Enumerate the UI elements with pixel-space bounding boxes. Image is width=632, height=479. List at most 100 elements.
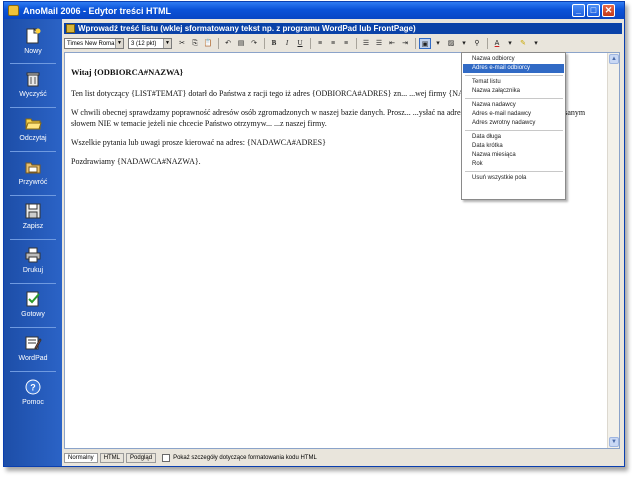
menu-item-adres-email-nadawcy[interactable]: Adres e-mail nadawcy (463, 110, 564, 119)
sidebar-divider (10, 283, 56, 284)
printer-icon (25, 247, 41, 263)
sidebar-item-wordpad[interactable]: WordPad (4, 334, 62, 362)
scroll-down-icon[interactable]: ▼ (609, 437, 619, 447)
wordpad-icon (25, 336, 42, 350)
toolbar-divider (264, 38, 265, 49)
menu-divider (465, 75, 563, 76)
chevron-down-icon[interactable]: ▼ (115, 39, 123, 48)
toolbar-divider (356, 38, 357, 49)
header-text: Wprowadź treść listu (wklej sformatowany… (78, 24, 416, 33)
menu-item-nazwa-miesiaca[interactable]: Nazwa miesiąca (463, 151, 564, 160)
align-center-icon[interactable]: ≡ (327, 38, 339, 49)
sidebar-item-gotowy[interactable]: Gotowy (4, 290, 62, 318)
format-toolbar: Times New Roma ▼ 3 (12 pkt) ▼ ✂ ⎘ 📋 ↶ ▤ ↷ … (64, 37, 622, 50)
minimize-button[interactable]: _ (572, 4, 585, 17)
check-document-icon (26, 291, 40, 307)
sidebar-item-nowy[interactable]: Nowy (4, 27, 62, 55)
numbered-list-icon[interactable]: ☰ (360, 38, 372, 49)
size-select[interactable]: 3 (12 pkt) ▼ (128, 38, 172, 49)
app-icon (8, 5, 19, 16)
menu-item-data-dluga[interactable]: Data długa (463, 133, 564, 142)
insert-image-icon[interactable]: ▨ (445, 38, 457, 49)
checkbox-label: Pokaż szczegóły dotyczące formatowania k… (173, 454, 317, 461)
menu-divider (465, 130, 563, 131)
chevron-down-icon[interactable]: ▼ (163, 39, 171, 48)
menu-item-adres-zwrotny-nadawcy[interactable]: Adres zwrotny nadawcy (463, 119, 564, 128)
title-bar[interactable]: AnoMail 2006 - Edytor treści HTML _ □ ✕ (4, 2, 624, 19)
instruction-header: Wprowadź treść listu (wklej sformatowany… (64, 23, 622, 34)
menu-item-adres-email-odbiorcy[interactable]: Adres e-mail odbiorcy (463, 64, 564, 73)
sidebar-item-label: Pomoc (22, 399, 44, 406)
svg-text:?: ? (30, 383, 36, 393)
sidebar-item-drukuj[interactable]: Drukuj (4, 246, 62, 274)
chevron-down-icon[interactable]: ▾ (504, 38, 516, 49)
open-folder-icon (25, 118, 42, 130)
italic-button[interactable]: I (281, 38, 293, 49)
sidebar-item-wyczysc[interactable]: Wyczyść (4, 70, 62, 98)
document-icon[interactable]: ▤ (235, 38, 247, 49)
sidebar-divider (10, 107, 56, 108)
sidebar-divider (10, 63, 56, 64)
sidebar: Nowy Wyczyść Odczytaj Przywróć Zapisz Dr… (4, 19, 62, 466)
redo-icon[interactable]: ↷ (248, 38, 260, 49)
toolbar-divider (310, 38, 311, 49)
maximize-button[interactable]: □ (587, 4, 600, 17)
menu-item-rok[interactable]: Rok (463, 160, 564, 169)
underline-button[interactable]: U (294, 38, 306, 49)
chevron-down-icon[interactable]: ▾ (458, 38, 470, 49)
highlight-icon[interactable]: ✎ (517, 38, 529, 49)
undo-icon[interactable]: ↶ (222, 38, 234, 49)
help-icon: ? (25, 379, 41, 395)
trash-icon (26, 72, 40, 87)
new-document-icon (26, 27, 41, 44)
sidebar-divider (10, 195, 56, 196)
close-button[interactable]: ✕ (602, 4, 615, 17)
bullet-list-icon[interactable]: ☰ (373, 38, 385, 49)
menu-item-data-krotka[interactable]: Data krótka (463, 142, 564, 151)
menu-item-nazwa-nadawcy[interactable]: Nazwa nadawcy (463, 101, 564, 110)
menu-item-nazwa-zalacznika[interactable]: Nazwa załącznika (463, 87, 564, 96)
align-left-icon[interactable]: ≡ (314, 38, 326, 49)
copy-icon[interactable]: ⎘ (189, 38, 201, 49)
menu-item-usun-wszystkie-pola[interactable]: Usuń wszystkie pola (463, 174, 564, 183)
sidebar-item-label: Drukuj (22, 267, 44, 274)
sidebar-item-zapisz[interactable]: Zapisz (4, 202, 62, 230)
menu-divider (465, 171, 563, 172)
paste-icon[interactable]: 📋 (202, 38, 214, 49)
toolbar-divider (218, 38, 219, 49)
align-right-icon[interactable]: ≡ (340, 38, 352, 49)
chevron-down-icon[interactable]: ▾ (432, 38, 444, 49)
note-icon (66, 24, 75, 33)
tab-podglad[interactable]: Podgląd (126, 452, 157, 463)
sidebar-divider (10, 371, 56, 372)
font-select[interactable]: Times New Roma ▼ (64, 38, 124, 49)
html-details-checkbox[interactable] (162, 453, 171, 462)
cut-icon[interactable]: ✂ (176, 38, 188, 49)
sidebar-item-przywroc[interactable]: Przywróć (4, 158, 62, 186)
view-mode-bar: Normalny HTML Podgląd Pokaż szczegóły do… (64, 452, 622, 463)
scroll-up-icon[interactable]: ▲ (609, 54, 619, 64)
sidebar-item-label: Wyczyść (19, 91, 47, 98)
indent-icon[interactable]: ⇥ (399, 38, 411, 49)
sidebar-item-label: Nowy (24, 48, 42, 55)
font-color-icon[interactable]: A (491, 38, 503, 49)
menu-item-temat-listu[interactable]: Temat listu (463, 78, 564, 87)
restore-folder-icon (25, 162, 41, 174)
toolbar-divider (415, 38, 416, 49)
sidebar-item-label: Zapisz (22, 223, 44, 230)
sidebar-item-odczytaj[interactable]: Odczytaj (4, 114, 62, 142)
menu-item-nazwa-odbiorcy[interactable]: Nazwa odbiorcy (463, 55, 564, 64)
outdent-icon[interactable]: ⇤ (386, 38, 398, 49)
vertical-scrollbar[interactable]: ▲ ▼ (607, 53, 619, 448)
tab-normalny[interactable]: Normalny (64, 452, 98, 463)
insert-field-button[interactable]: ▣ (419, 38, 431, 49)
menu-divider (465, 98, 563, 99)
sidebar-item-pomoc[interactable]: ? Pomoc (4, 378, 62, 406)
toolbar-divider (487, 38, 488, 49)
tab-html[interactable]: HTML (99, 452, 125, 463)
sidebar-item-label: Odczytaj (19, 135, 47, 142)
find-icon[interactable]: ⚲ (471, 38, 483, 49)
chevron-down-icon[interactable]: ▾ (530, 38, 542, 49)
editor-window: AnoMail 2006 - Edytor treści HTML _ □ ✕ … (3, 1, 625, 467)
bold-button[interactable]: B (268, 38, 280, 49)
